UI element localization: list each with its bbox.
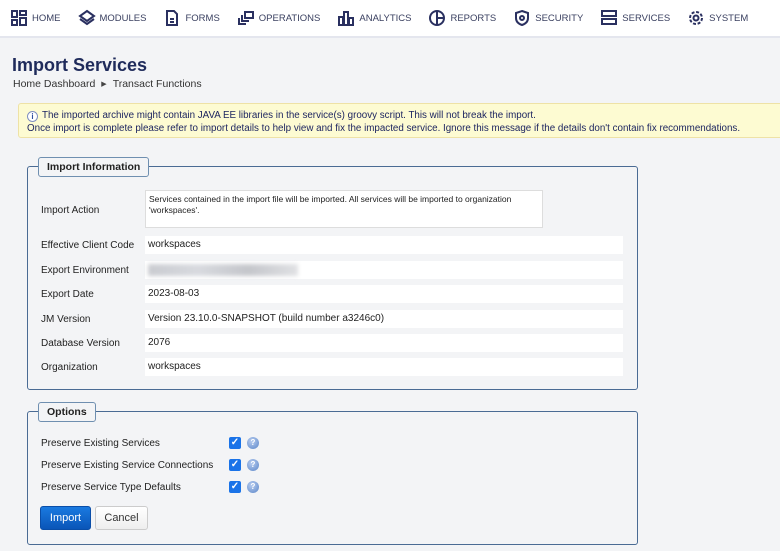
chevron-right-icon: ▶ [101, 81, 107, 88]
option-label: Preserve Existing Service Connections [41, 460, 214, 471]
nav-label: MODULES [99, 12, 147, 24]
nav-label: SYSTEM [709, 12, 749, 24]
import-information-legend: Import Information [38, 157, 150, 177]
breadcrumb-home[interactable]: Home Dashboard [13, 78, 95, 90]
redacted-value [148, 264, 298, 276]
nav-reports[interactable]: REPORTS [428, 9, 496, 27]
import-action-textarea[interactable]: Services contained in the import file wi… [145, 190, 543, 228]
nav-label: SERVICES [622, 12, 671, 24]
field-label: JM Version [41, 314, 91, 325]
nav-forms[interactable]: FORMS [163, 9, 220, 27]
help-icon[interactable]: ? [247, 481, 259, 493]
field-label: Import Action [41, 205, 100, 216]
option-label: Preserve Existing Services [41, 438, 160, 449]
nav-label: SECURITY [535, 12, 584, 24]
alert-line-1: The imported archive might contain JAVA … [42, 110, 536, 121]
alert-line-2: Once import is complete please refer to … [27, 123, 741, 134]
nav-operations[interactable]: OPERATIONS [237, 9, 321, 27]
export-date-value: 2023-08-03 [145, 285, 623, 303]
option-label: Preserve Service Type Defaults [41, 482, 181, 493]
field-label: Export Date [41, 289, 94, 300]
nav-label: FORMS [185, 12, 220, 24]
nav-security[interactable]: SECURITY [513, 9, 583, 27]
warning-alert: i The imported archive might contain JAVA… [18, 103, 780, 138]
preserve-existing-service-connections-checkbox[interactable]: ✓ [229, 459, 241, 471]
document-icon [166, 10, 179, 26]
grid-icon [11, 10, 27, 26]
nav-label: OPERATIONS [258, 12, 321, 24]
effective-client-code-value: workspaces [145, 236, 623, 254]
database-version-value: 2076 [145, 334, 623, 352]
options-legend: Options [38, 402, 96, 422]
field-label: Organization [41, 362, 98, 373]
breadcrumb: Home Dashboard ▶ Transact Functions [13, 78, 202, 90]
layers-icon [77, 9, 96, 26]
nav-label: HOME [32, 12, 61, 24]
info-icon: i [27, 111, 38, 122]
help-icon[interactable]: ? [247, 459, 259, 471]
field-label: Export Environment [41, 265, 129, 276]
top-nav: HOME MODULES FORMS OPERATIONS ANALYTICS … [0, 0, 780, 38]
nav-modules[interactable]: MODULES [77, 9, 147, 27]
gear-icon [689, 11, 704, 25]
server-icon [601, 10, 618, 25]
preserve-existing-services-checkbox[interactable]: ✓ [229, 437, 241, 449]
windows-icon [237, 11, 254, 25]
jm-version-value: Version 23.10.0-SNAPSHOT (build number a… [145, 310, 623, 328]
nav-analytics[interactable]: ANALYTICS [337, 9, 411, 27]
shield-icon [515, 9, 530, 27]
nav-home[interactable]: HOME [10, 9, 61, 27]
help-icon[interactable]: ? [247, 437, 259, 449]
preserve-service-type-defaults-checkbox[interactable]: ✓ [229, 481, 241, 493]
pie-chart-icon [429, 10, 446, 26]
field-label: Database Version [41, 338, 120, 349]
nav-services[interactable]: SERVICES [600, 9, 670, 27]
export-environment-value [145, 261, 623, 279]
bar-chart-icon [338, 11, 355, 26]
nav-system[interactable]: SYSTEM [687, 9, 748, 27]
cancel-button[interactable]: Cancel [95, 506, 148, 530]
import-button[interactable]: Import [40, 506, 91, 530]
field-label: Effective Client Code [41, 240, 135, 251]
breadcrumb-current: Transact Functions [112, 78, 202, 90]
nav-label: ANALYTICS [359, 12, 412, 24]
page-title: Import Services [12, 55, 148, 75]
organization-value: workspaces [145, 358, 623, 376]
nav-label: REPORTS [450, 12, 497, 24]
